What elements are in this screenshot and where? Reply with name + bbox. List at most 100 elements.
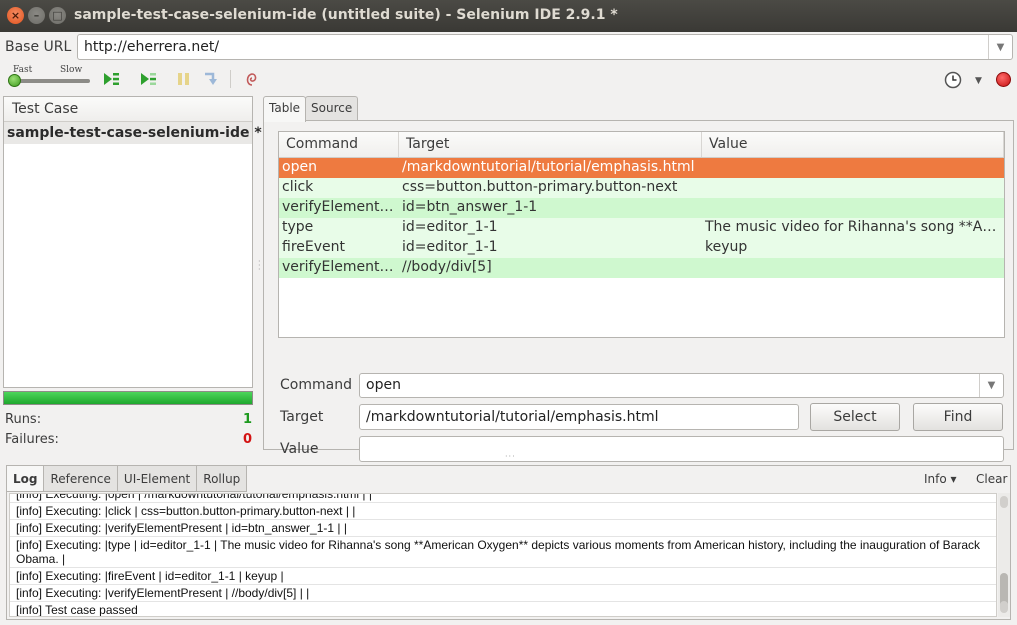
tab-reference[interactable]: Reference <box>44 466 118 492</box>
column-header-target[interactable]: Target <box>399 132 702 157</box>
column-header-value[interactable]: Value <box>702 132 1004 157</box>
row-command: verifyElement… <box>282 259 394 275</box>
row-command: open <box>282 159 317 175</box>
base-url-label: Base URL <box>5 39 72 55</box>
log-line: [info] Executing: |type | id=editor_1-1 … <box>10 537 996 568</box>
log-panel: Log Reference UI-Element Rollup Info ▾ C… <box>6 465 1011 620</box>
pause-icon[interactable] <box>175 70 193 88</box>
command-field-value: open <box>366 377 401 393</box>
row-value <box>702 158 1004 178</box>
speed-slider[interactable]: Fast Slow <box>6 64 90 90</box>
step-icon[interactable] <box>202 70 220 88</box>
record-icon[interactable] <box>996 72 1011 87</box>
info-level-dropdown[interactable]: Info ▾ <box>924 472 957 486</box>
vertical-splitter[interactable]: · · · <box>258 258 261 274</box>
clock-icon[interactable] <box>944 71 962 89</box>
log-output: [info] Executing: |open | /markdowntutor… <box>9 493 997 617</box>
row-value: keyup <box>705 239 748 255</box>
table-row[interactable]: open /markdowntutorial/tutorial/emphasis… <box>279 158 1004 178</box>
failures-row: Failures: 0 <box>5 432 253 447</box>
command-field[interactable]: open ▼ <box>359 373 1004 398</box>
value-field[interactable] <box>359 436 1004 462</box>
horizontal-splitter[interactable]: ··· <box>505 452 516 461</box>
runs-value: 1 <box>242 412 252 427</box>
row-value <box>702 198 1004 218</box>
log-line: [info] Executing: |click | css=button.bu… <box>10 503 996 520</box>
command-field-label: Command <box>280 377 352 393</box>
chevron-down-icon: ▼ <box>987 380 996 391</box>
speed-slider-handle[interactable] <box>8 74 21 87</box>
close-icon: × <box>10 9 21 22</box>
speed-slow-label: Slow <box>60 65 83 75</box>
editor-body: Command Target Value open /markdowntutor… <box>263 120 1014 462</box>
failures-value: 0 <box>242 432 252 447</box>
clear-log-button[interactable]: Clear <box>976 472 1007 486</box>
toolbar-separator <box>230 70 231 88</box>
maximize-icon: □ <box>52 9 63 22</box>
row-value <box>702 258 1004 278</box>
log-line: [info] Executing: |fireEvent | id=editor… <box>10 568 996 585</box>
title-bar: × – □ sample-test-case-selenium-ide (unt… <box>0 0 1017 32</box>
row-command: type <box>282 219 314 235</box>
command-dropdown-button[interactable]: ▼ <box>979 374 1003 397</box>
base-url-value: http://eherrera.net/ <box>84 39 220 55</box>
runs-label: Runs: <box>5 412 42 427</box>
row-target: id=editor_1-1 <box>402 219 498 235</box>
scroll-down-button[interactable] <box>1000 601 1008 613</box>
tab-table[interactable]: Table <box>263 96 307 122</box>
play-current-icon[interactable] <box>139 70 157 88</box>
scroll-up-button[interactable] <box>1000 496 1008 508</box>
log-line: [info] Executing: |verifyElementPresent … <box>10 520 996 537</box>
row-value <box>702 178 1004 198</box>
tab-source[interactable]: Source <box>305 96 359 120</box>
log-line: [info] Test case passed <box>10 602 996 616</box>
value-field-label: Value <box>280 441 319 457</box>
tab-log[interactable]: Log <box>7 466 45 492</box>
table-row[interactable]: type id=editor_1-1 The music video for R… <box>279 218 1004 238</box>
base-url-dropdown-button[interactable]: ▼ <box>988 35 1012 59</box>
progress-fill <box>4 392 252 404</box>
tab-ui-element[interactable]: UI-Element <box>117 466 198 492</box>
close-window-button[interactable]: × <box>7 7 24 24</box>
table-row[interactable]: fireEvent id=editor_1-1 keyup <box>279 238 1004 258</box>
speed-slider-track[interactable] <box>12 79 90 83</box>
minimize-window-button[interactable]: – <box>28 7 45 24</box>
target-field-label: Target <box>280 409 324 425</box>
row-target: id=btn_answer_1-1 <box>402 199 538 215</box>
failures-label: Failures: <box>5 432 59 447</box>
row-command: click <box>282 179 314 195</box>
command-table-header: Command Target Value <box>279 132 1004 158</box>
column-header-command[interactable]: Command <box>279 132 399 157</box>
editor-tabs: Table Source <box>263 96 359 122</box>
row-target: css=button.button-primary.button-next <box>402 179 678 195</box>
find-button[interactable]: Find <box>913 403 1003 431</box>
row-value: The music video for Rihanna's song **Ame… <box>705 219 1004 235</box>
test-case-header[interactable]: Test Case <box>4 97 252 122</box>
maximize-window-button[interactable]: □ <box>49 7 66 24</box>
tab-rollup[interactable]: Rollup <box>197 466 248 492</box>
runs-row: Runs: 1 <box>5 412 253 427</box>
command-table: Command Target Value open /markdowntutor… <box>278 131 1005 338</box>
row-command: fireEvent <box>282 239 345 255</box>
base-url-input[interactable]: http://eherrera.net/ ▼ <box>77 34 1013 60</box>
progress-bar <box>3 391 253 405</box>
target-field[interactable]: /markdowntutorial/tutorial/emphasis.html <box>359 404 799 430</box>
log-scrollbar[interactable] <box>998 493 1010 617</box>
log-line: [info] Executing: |verifyElementPresent … <box>10 585 996 602</box>
test-case-item[interactable]: sample-test-case-selenium-ide * <box>4 122 262 144</box>
row-target: id=editor_1-1 <box>402 239 498 255</box>
window-title: sample-test-case-selenium-ide (untitled … <box>74 7 618 23</box>
clock-dropdown-icon[interactable]: ▼ <box>975 76 982 86</box>
table-row[interactable]: verifyElement… //body/div[5] <box>279 258 1004 278</box>
rollup-icon[interactable] <box>243 70 261 88</box>
select-button[interactable]: Select <box>810 403 900 431</box>
table-row[interactable]: verifyElement… id=btn_answer_1-1 <box>279 198 1004 218</box>
target-field-value: /markdowntutorial/tutorial/emphasis.html <box>366 409 659 425</box>
table-row[interactable]: click css=button.button-primary.button-n… <box>279 178 1004 198</box>
editor-panel: Table Source Command Target Value open /… <box>263 96 1014 462</box>
play-all-icon[interactable] <box>102 70 120 88</box>
row-target: /markdowntutorial/tutorial/emphasis.html <box>402 159 695 175</box>
chevron-down-icon: ▼ <box>996 41 1005 53</box>
row-target: //body/div[5] <box>402 259 492 275</box>
minimize-icon: – <box>33 9 40 22</box>
